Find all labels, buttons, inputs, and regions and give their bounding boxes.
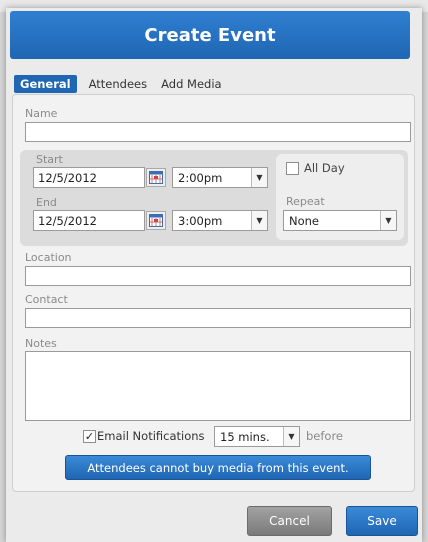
notes-label: Notes: [25, 337, 57, 350]
repeat-value: None: [289, 214, 320, 228]
media-purchase-button[interactable]: Attendees cannot buy media from this eve…: [65, 455, 371, 480]
contact-label: Contact: [25, 293, 68, 306]
tab-add-media[interactable]: Add Media: [161, 77, 221, 91]
start-time-select[interactable]: 2:00pm ▼: [172, 167, 268, 188]
name-input[interactable]: [25, 122, 411, 142]
start-time-value: 2:00pm: [178, 171, 223, 185]
repeat-select[interactable]: None ▼: [283, 210, 397, 231]
calendar-icon[interactable]: [146, 211, 166, 230]
notes-textarea[interactable]: [25, 351, 411, 421]
chevron-down-icon: ▼: [251, 168, 267, 187]
save-button[interactable]: Save: [346, 506, 418, 536]
calendar-icon[interactable]: [146, 168, 166, 187]
chevron-down-icon: ▼: [380, 211, 396, 230]
before-label: before: [306, 429, 344, 443]
name-label: Name: [25, 107, 58, 120]
end-time-select[interactable]: 3:00pm ▼: [172, 210, 268, 231]
location-label: Location: [25, 251, 72, 264]
repeat-label: Repeat: [286, 195, 325, 208]
email-notifications-label: Email Notifications: [97, 429, 205, 443]
all-day-label: All Day: [304, 161, 345, 175]
location-input[interactable]: [25, 266, 411, 286]
contact-input[interactable]: [25, 308, 411, 328]
chevron-down-icon: ▼: [251, 211, 267, 230]
checkmark-icon: ✓: [84, 430, 95, 443]
tab-general[interactable]: General: [14, 75, 77, 93]
tab-bar: General Attendees Add Media: [14, 74, 236, 94]
email-notifications-checkbox[interactable]: ✓: [83, 430, 96, 443]
notify-time-value: 15 mins.: [220, 430, 270, 444]
notify-time-select[interactable]: 15 mins. ▼: [214, 426, 300, 447]
start-date-input[interactable]: 12/5/2012: [33, 167, 145, 188]
end-time-value: 3:00pm: [178, 214, 223, 228]
end-date-input[interactable]: 12/5/2012: [33, 210, 145, 231]
start-label: Start: [36, 153, 63, 166]
cancel-button[interactable]: Cancel: [247, 506, 332, 536]
dialog-title: Create Event: [10, 11, 410, 59]
all-day-checkbox[interactable]: [286, 162, 299, 175]
end-label: End: [36, 196, 57, 209]
tab-attendees[interactable]: Attendees: [89, 77, 148, 91]
chevron-down-icon: ▼: [283, 427, 299, 446]
